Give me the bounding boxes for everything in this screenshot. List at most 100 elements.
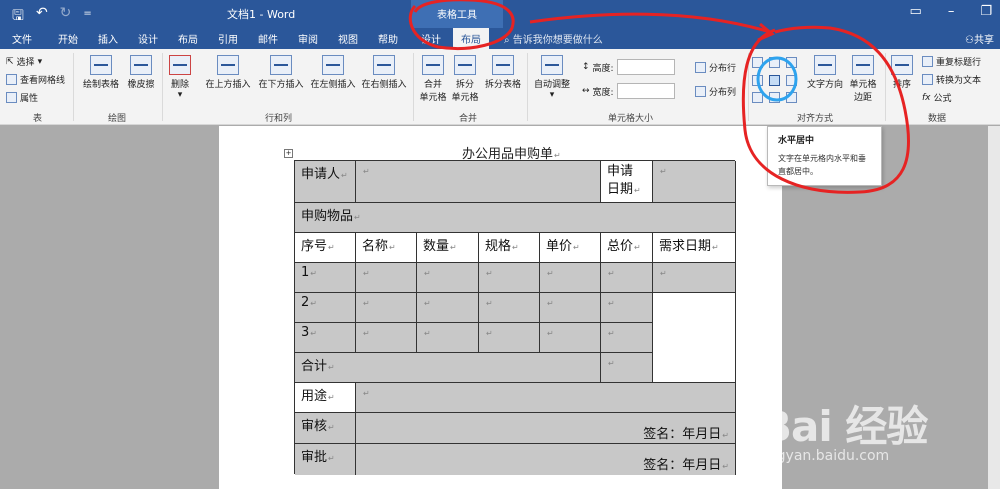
purpose-value[interactable]: ↵ xyxy=(356,383,736,413)
tab-design[interactable]: 设计 xyxy=(138,31,158,46)
header-quantity[interactable]: 数量↵ xyxy=(417,233,479,263)
align-top-center-icon[interactable] xyxy=(769,57,780,68)
tab-table-layout[interactable]: 布局 xyxy=(453,28,489,49)
items-label-row[interactable]: 申购物品↵ xyxy=(295,203,736,233)
tab-home[interactable]: 开始 xyxy=(58,31,78,46)
draw-table-button[interactable]: 绘制表格 xyxy=(80,55,122,90)
align-middle-left-icon[interactable] xyxy=(752,74,763,86)
document-page[interactable]: + 办公用品申购单↵ 申请人↵ ↵ 申请 日期↵ ↵ 申购物品↵ 序号↵ 名称↵… xyxy=(219,126,782,489)
align-bottom-right-icon[interactable] xyxy=(786,92,797,104)
vertical-scrollbar[interactable] xyxy=(988,126,1000,489)
distribute-cols-button[interactable]: 分布列 xyxy=(695,85,736,98)
applicant-value[interactable]: ↵ xyxy=(356,161,601,203)
table-cell[interactable]: ↵ xyxy=(601,293,653,323)
minimize-icon[interactable]: – xyxy=(948,4,955,19)
table-cell[interactable]: ↵ xyxy=(417,263,479,293)
sort-button[interactable]: 排序 xyxy=(888,55,916,90)
applicant-label[interactable]: 申请人↵ xyxy=(295,161,356,203)
header-need-date[interactable]: 需求日期↵ xyxy=(653,233,736,263)
repeat-header-button[interactable]: 重复标题行 xyxy=(922,55,981,68)
table-row[interactable]: 1↵ xyxy=(295,263,356,293)
table-cell[interactable]: ↵ xyxy=(479,323,540,353)
header-unit-price[interactable]: 单价↵ xyxy=(540,233,601,263)
tab-view[interactable]: 视图 xyxy=(338,31,358,46)
tab-mailings[interactable]: 邮件 xyxy=(258,31,278,46)
table-cell[interactable]: ↵ xyxy=(540,263,601,293)
header-name[interactable]: 名称↵ xyxy=(356,233,417,263)
align-top-right-icon[interactable] xyxy=(786,57,797,68)
review-signature[interactable]: 签名：年月日↵ xyxy=(356,413,736,444)
table-cell[interactable]: ↵ xyxy=(479,293,540,323)
table-cell[interactable]: ↵ xyxy=(417,323,479,353)
table-cell[interactable]: ↵ xyxy=(479,263,540,293)
approve-signature[interactable]: 签名：年月日↵ xyxy=(356,444,736,475)
distribute-rows-button[interactable]: 分布行 xyxy=(695,61,736,74)
customize-icon[interactable]: = xyxy=(83,5,91,29)
tell-me-search[interactable]: ⌕ 告诉我你想要做什么 xyxy=(504,31,603,46)
table-cell[interactable]: ↵ xyxy=(653,263,736,293)
insert-left-icon xyxy=(322,55,344,75)
need-date-merged-cell[interactable] xyxy=(653,293,736,383)
redo-icon[interactable]: ↻ xyxy=(60,5,72,29)
table-cell[interactable]: ↵ xyxy=(356,323,417,353)
ribbon-display-icon[interactable]: ▭ xyxy=(910,4,922,19)
eraser-button[interactable]: 橡皮擦 xyxy=(124,55,158,90)
properties-button[interactable]: 属性 xyxy=(6,91,38,104)
table-cell[interactable]: ↵ xyxy=(601,323,653,353)
align-bottom-left-icon[interactable] xyxy=(752,92,763,104)
insert-left-button[interactable]: 在左侧插入 xyxy=(307,55,359,90)
maximize-icon[interactable]: ❐ xyxy=(980,4,992,19)
tab-help[interactable]: 帮助 xyxy=(378,31,398,46)
total-label[interactable]: 合计↵ xyxy=(295,353,601,383)
header-total-price[interactable]: 总价↵ xyxy=(601,233,653,263)
group-separator xyxy=(413,53,414,121)
header-spec[interactable]: 规格↵ xyxy=(479,233,540,263)
align-top-left-icon[interactable] xyxy=(752,57,763,68)
distribute-cols-icon xyxy=(695,86,706,97)
split-cells-button[interactable]: 拆分 单元格 xyxy=(449,55,481,103)
align-bottom-center-icon[interactable] xyxy=(769,92,780,104)
table-row[interactable]: 3↵ xyxy=(295,323,356,353)
tab-file[interactable]: 文件 xyxy=(12,31,32,46)
width-input[interactable] xyxy=(616,83,675,99)
height-input[interactable] xyxy=(616,59,675,75)
view-gridlines-button[interactable]: 查看网格线 xyxy=(6,73,65,86)
autofit-button[interactable]: 自动调整 ▾ xyxy=(531,55,573,100)
table-cell[interactable]: ↵ xyxy=(601,263,653,293)
formula-button[interactable]: fx 公式 xyxy=(922,91,952,105)
merge-cells-button[interactable]: 合并 单元格 xyxy=(417,55,449,103)
apply-date-value[interactable]: ↵ xyxy=(653,161,736,203)
table-row[interactable]: 2↵ xyxy=(295,293,356,323)
review-label[interactable]: 审核↵ xyxy=(295,413,356,444)
total-value[interactable]: ↵ xyxy=(601,353,653,383)
table-cell[interactable]: ↵ xyxy=(356,263,417,293)
insert-above-button[interactable]: 在上方插入 xyxy=(202,55,254,90)
convert-to-text-button[interactable]: 转换为文本 xyxy=(922,73,981,86)
insert-below-button[interactable]: 在下方插入 xyxy=(255,55,307,90)
split-table-button[interactable]: 拆分表格 xyxy=(482,55,524,90)
align-center-icon[interactable] xyxy=(769,74,780,86)
undo-icon[interactable]: ↶ xyxy=(36,5,48,29)
select-button[interactable]: ⇱ 选择 ▾ xyxy=(6,55,42,69)
table-cell[interactable]: ↵ xyxy=(540,293,601,323)
tab-layout[interactable]: 布局 xyxy=(178,31,198,46)
cell-margins-button[interactable]: 单元格 边距 xyxy=(846,55,880,103)
apply-date-label[interactable]: 申请 日期↵ xyxy=(601,161,653,203)
tab-table-design[interactable]: 设计 xyxy=(421,31,441,46)
delete-button[interactable]: 删除 ▾ xyxy=(165,55,195,100)
share-button[interactable]: ⚇共享 xyxy=(965,31,994,46)
table-move-handle[interactable]: + xyxy=(284,149,293,158)
tab-references[interactable]: 引用 xyxy=(218,31,238,46)
table-cell[interactable]: ↵ xyxy=(356,293,417,323)
tab-review[interactable]: 审阅 xyxy=(298,31,318,46)
text-direction-button[interactable]: 文字方向 xyxy=(804,55,846,90)
align-middle-right-icon[interactable] xyxy=(786,74,797,86)
header-index[interactable]: 序号↵ xyxy=(295,233,356,263)
insert-right-button[interactable]: 在右侧插入 xyxy=(358,55,410,90)
purpose-label[interactable]: 用途↵ xyxy=(295,383,356,413)
table-cell[interactable]: ↵ xyxy=(417,293,479,323)
approve-label[interactable]: 审批↵ xyxy=(295,444,356,475)
table-cell[interactable]: ↵ xyxy=(540,323,601,353)
save-icon[interactable]: 🖫 xyxy=(12,5,24,29)
tab-insert[interactable]: 插入 xyxy=(98,31,118,46)
